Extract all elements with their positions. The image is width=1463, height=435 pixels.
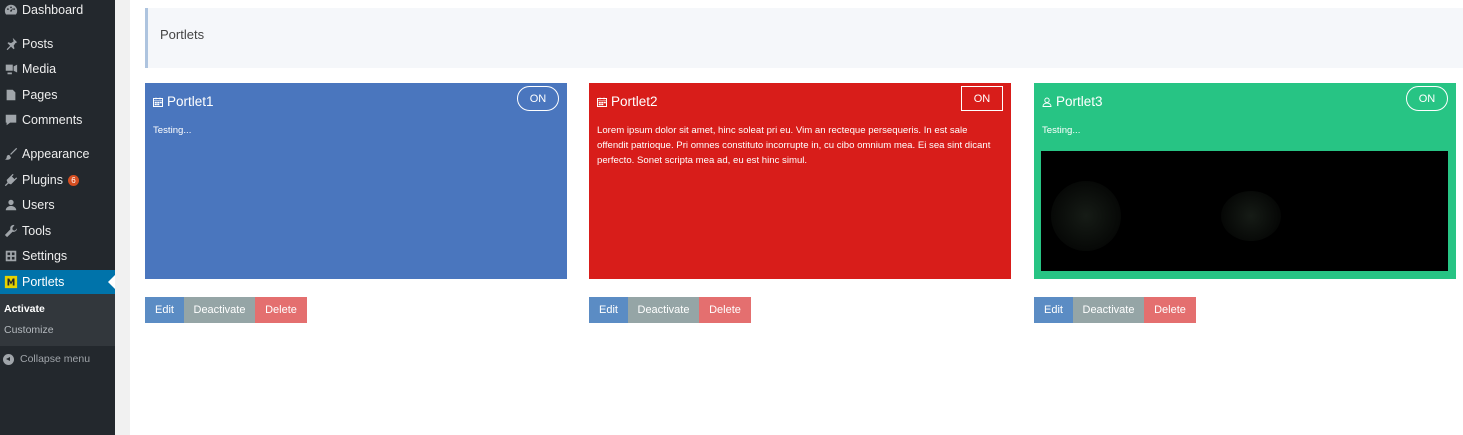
sidebar-item-label: Posts (22, 37, 54, 51)
portlet-on-toggle[interactable]: ON (1406, 86, 1448, 111)
sidebar-item-label: Users (22, 198, 55, 212)
video-frame-detail (1221, 191, 1281, 241)
sidebar-item-posts[interactable]: Posts (0, 32, 115, 56)
sidebar-item-settings[interactable]: Settings (0, 244, 115, 268)
portlets-submenu: Activate Customize (0, 294, 115, 346)
portlet-on-toggle[interactable]: ON (961, 86, 1003, 111)
calendar-icon (597, 97, 607, 107)
user-icon (1042, 97, 1052, 107)
app-root: Dashboard Posts Media Pages Comments App… (0, 0, 1463, 435)
portlet-3-actions: Edit Deactivate Delete (1034, 297, 1196, 323)
content-gutter (115, 0, 130, 435)
collapse-menu-label: Collapse menu (20, 353, 91, 365)
settings-icon (3, 248, 19, 264)
comments-icon (3, 112, 19, 128)
portlet-title: Portlet2 (611, 94, 658, 109)
portlet-title: Portlet3 (1056, 94, 1103, 109)
sidebar-item-label: Pages (22, 88, 58, 102)
portlet-header: Portlet2 (597, 94, 658, 109)
brush-icon (3, 146, 19, 162)
sidebar-item-plugins[interactable]: Plugins 6 (0, 168, 115, 192)
sidebar-item-media[interactable]: Media (0, 57, 115, 81)
edit-button[interactable]: Edit (1034, 297, 1073, 323)
portlet-title: Portlet1 (167, 94, 214, 109)
portlet-body-text: Testing... (1042, 125, 1081, 136)
sidebar-item-pages[interactable]: Pages (0, 83, 115, 107)
pages-icon (3, 87, 19, 103)
submenu-item-activate[interactable]: Activate (4, 303, 45, 315)
edit-button[interactable]: Edit (589, 297, 628, 323)
wrench-icon (3, 223, 19, 239)
media-icon (3, 61, 19, 77)
portlet-on-toggle[interactable]: ON (517, 86, 559, 111)
portlet-body-text: Testing... (153, 125, 192, 136)
dashboard-icon (3, 2, 19, 18)
page-title: Portlets (160, 27, 205, 42)
sidebar-item-label: Plugins (22, 173, 63, 187)
sidebar-item-label: Comments (22, 113, 83, 127)
users-icon (3, 197, 19, 213)
sidebar-item-label: Media (22, 62, 57, 76)
portlets-icon (3, 274, 19, 290)
delete-button[interactable]: Delete (699, 297, 751, 323)
sidebar-item-comments[interactable]: Comments (0, 108, 115, 132)
sidebar-item-portlets[interactable]: Portlets (0, 270, 115, 294)
sidebar-item-dashboard[interactable]: Dashboard (0, 0, 115, 22)
portlet-1-actions: Edit Deactivate Delete (145, 297, 307, 323)
delete-button[interactable]: Delete (1144, 297, 1196, 323)
active-menu-arrow (108, 275, 115, 289)
deactivate-button[interactable]: Deactivate (1073, 297, 1144, 323)
portlet-body-text: Lorem ipsum dolor sit amet, hinc soleat … (597, 125, 991, 166)
edit-button[interactable]: Edit (145, 297, 184, 323)
sidebar-item-label: Dashboard (22, 3, 84, 17)
deactivate-button[interactable]: Deactivate (184, 297, 255, 323)
plugin-icon (3, 172, 19, 188)
portlet-header: Portlet1 (153, 94, 214, 109)
sidebar-item-label: Tools (22, 224, 52, 238)
page-header: Portlets (145, 8, 1463, 68)
calendar-icon (153, 97, 163, 107)
pin-icon (3, 36, 19, 52)
video-frame-detail (1051, 181, 1121, 251)
sidebar-item-tools[interactable]: Tools (0, 219, 115, 243)
sidebar-item-label: Portlets (22, 275, 65, 289)
portlet-card-2: Portlet2 ON Lorem ipsum dolor sit amet, … (589, 83, 1011, 279)
plugins-update-count-badge: 6 (68, 174, 79, 186)
portlet-card-1: Portlet1 ON Testing... (145, 83, 567, 279)
delete-button[interactable]: Delete (255, 297, 307, 323)
portlet-2-actions: Edit Deactivate Delete (589, 297, 751, 323)
sidebar-item-appearance[interactable]: Appearance (0, 142, 115, 166)
sidebar-item-label: Settings (22, 249, 68, 263)
portlet-header: Portlet3 (1042, 94, 1103, 109)
collapse-menu-button[interactable]: Collapse menu (3, 353, 90, 365)
submenu-item-customize[interactable]: Customize (4, 324, 54, 336)
portlet-card-3: Portlet3 ON Testing... (1034, 83, 1456, 279)
deactivate-button[interactable]: Deactivate (628, 297, 699, 323)
admin-sidebar: Dashboard Posts Media Pages Comments App… (0, 0, 115, 435)
embedded-video[interactable] (1041, 151, 1448, 271)
sidebar-item-label: Appearance (22, 147, 90, 161)
sidebar-item-users[interactable]: Users (0, 193, 115, 217)
collapse-arrow-icon (3, 353, 14, 365)
